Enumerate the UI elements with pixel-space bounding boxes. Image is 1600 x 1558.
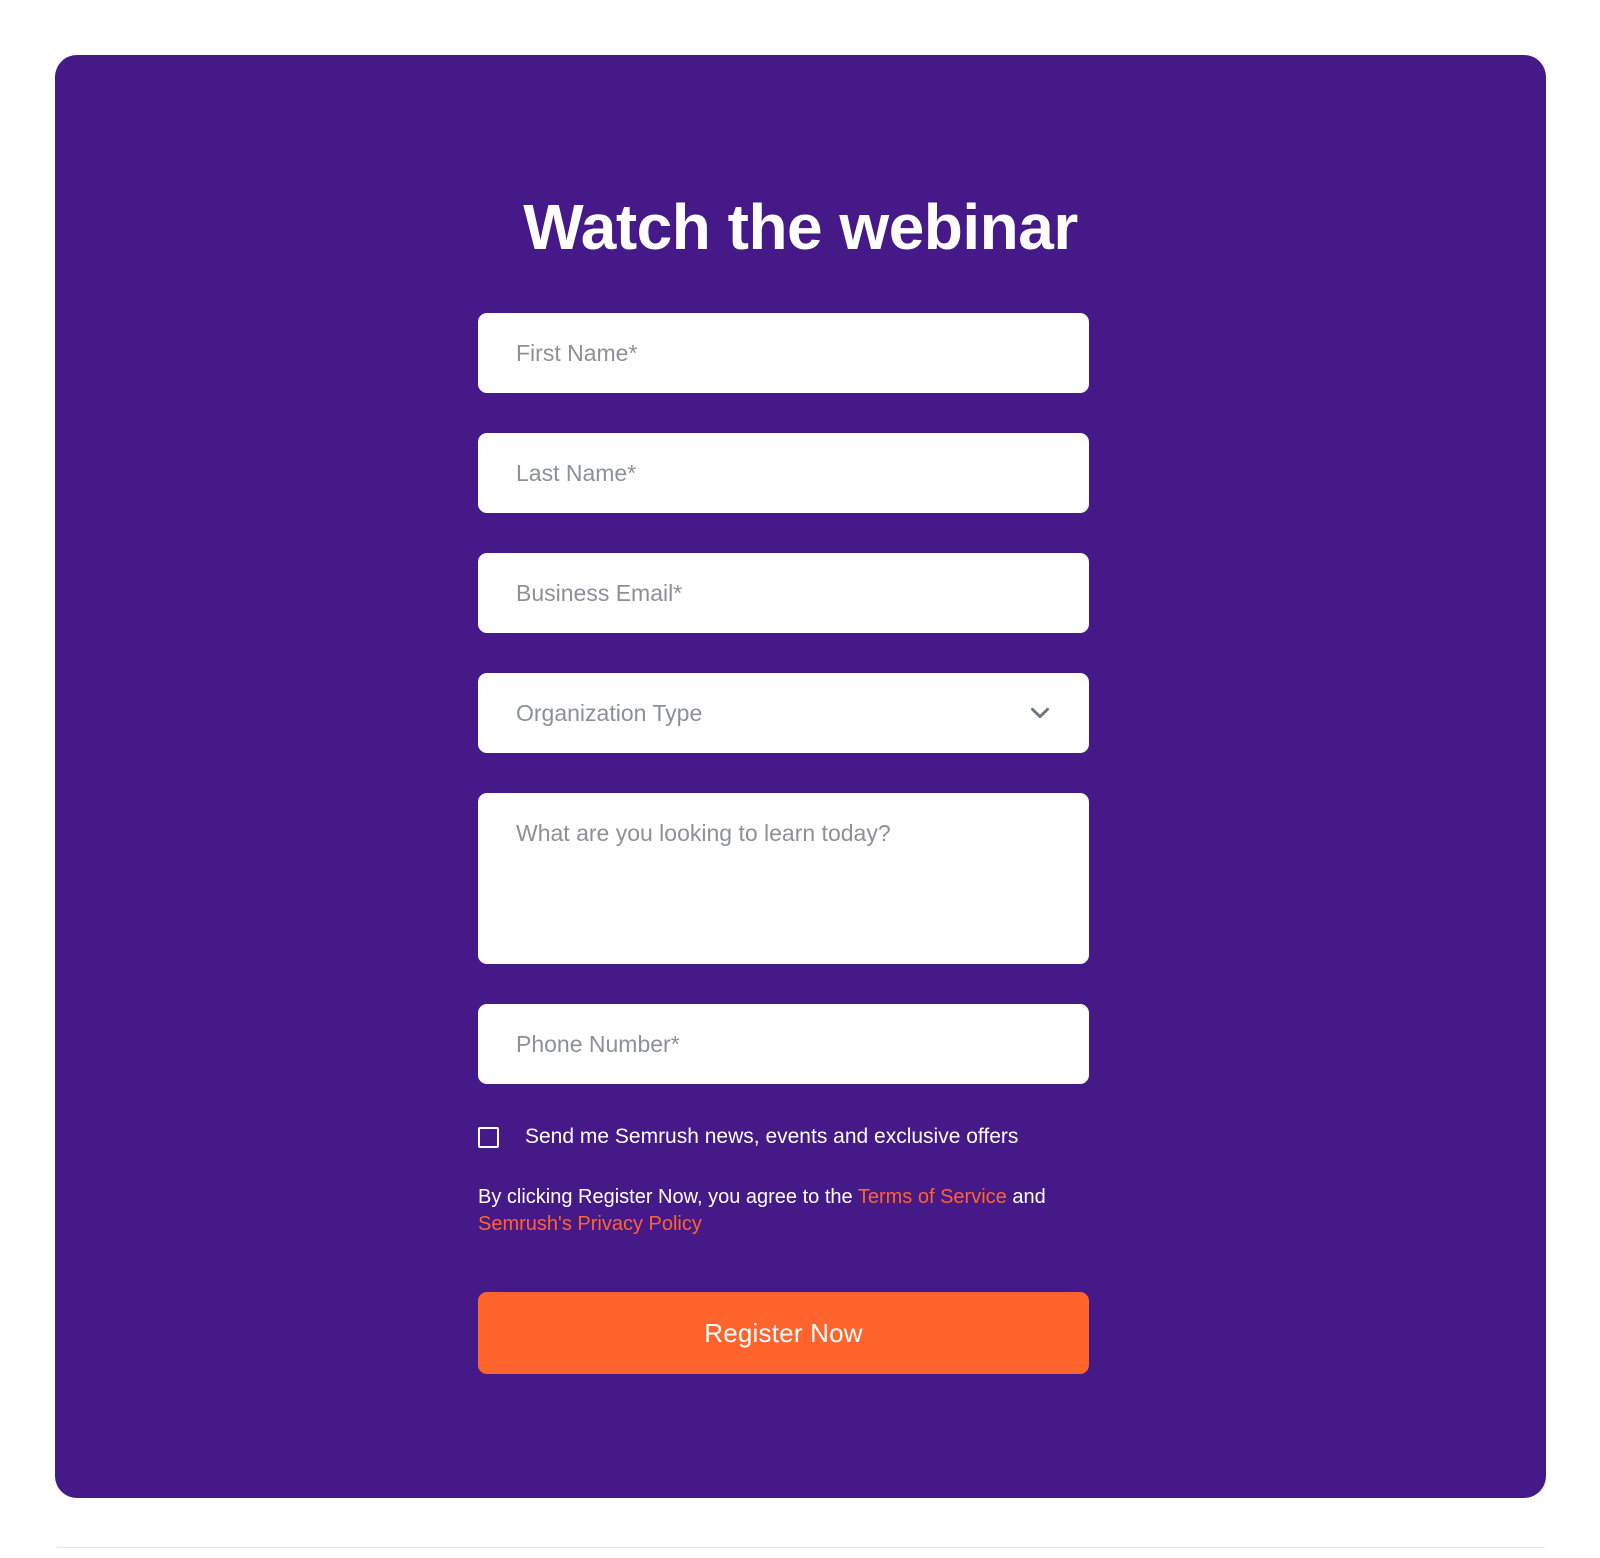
footer-divider (57, 1547, 1545, 1548)
learning-goal-textarea[interactable] (478, 793, 1089, 964)
business-email-input[interactable] (478, 553, 1089, 633)
last-name-input[interactable] (478, 433, 1089, 513)
organization-type-select-wrapper: Organization Type (478, 673, 1089, 753)
legal-disclaimer: By clicking Register Now, you agree to t… (478, 1184, 1078, 1238)
organization-type-select[interactable]: Organization Type (478, 673, 1089, 753)
first-name-input[interactable] (478, 313, 1089, 393)
privacy-policy-link[interactable]: Semrush's Privacy Policy (478, 1213, 702, 1235)
newsletter-checkbox-row[interactable]: Send me Semrush news, events and exclusi… (478, 1124, 1089, 1150)
terms-of-service-link[interactable]: Terms of Service (858, 1186, 1007, 1208)
registration-form: Organization Type Send me Semrush news, … (478, 313, 1089, 1374)
organization-type-selected-label: Organization Type (516, 699, 703, 726)
newsletter-checkbox[interactable] (478, 1126, 499, 1148)
legal-prefix-text: By clicking Register Now, you agree to t… (478, 1186, 858, 1208)
phone-number-input[interactable] (478, 1004, 1089, 1084)
register-now-button[interactable]: Register Now (478, 1292, 1089, 1374)
page-root: Watch the webinar Organization Type Send… (0, 0, 1600, 1558)
legal-conjunction-text: and (1006, 1186, 1046, 1208)
newsletter-checkbox-label: Send me Semrush news, events and exclusi… (525, 1125, 1019, 1148)
page-title: Watch the webinar (523, 191, 1078, 263)
webinar-registration-card: Watch the webinar Organization Type Send… (55, 55, 1546, 1498)
